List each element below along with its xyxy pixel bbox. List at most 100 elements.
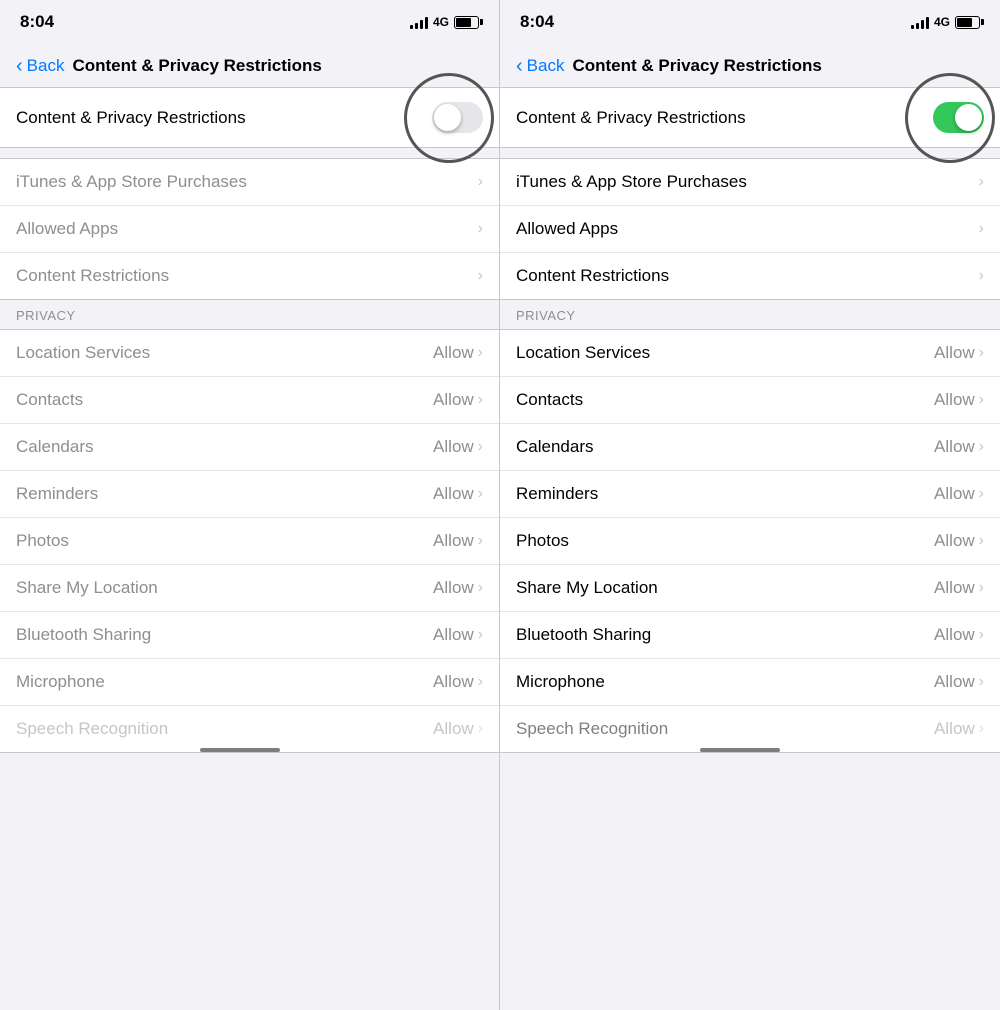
- left-back-button[interactable]: ‹ Back: [16, 56, 64, 76]
- left-privacy-group: Location Services Allow › Contacts Allow…: [0, 329, 499, 753]
- left-itunes-label: iTunes & App Store Purchases: [16, 172, 247, 192]
- right-contacts-chevron-icon: ›: [979, 391, 984, 409]
- right-phone-panel: 8:04 4G ‹ Back Content & Privacy Restric…: [500, 0, 1000, 1010]
- left-toggle-knob: [434, 104, 461, 131]
- left-location-allow: Allow: [433, 343, 474, 363]
- left-share-location-allow: Allow: [433, 578, 474, 598]
- right-allowed-apps-label: Allowed Apps: [516, 219, 618, 239]
- right-calendars-chevron-icon: ›: [979, 438, 984, 456]
- right-toggle-switch[interactable]: [933, 102, 984, 133]
- left-content-restrictions-right: ›: [478, 267, 483, 285]
- right-microphone-chevron-icon: ›: [979, 673, 984, 691]
- left-speech-chevron-icon: ›: [478, 720, 483, 738]
- left-phone-panel: 8:04 4G ‹ Back Content & Privacy Restric…: [0, 0, 500, 1010]
- right-row-itunes[interactable]: iTunes & App Store Purchases ›: [500, 159, 1000, 206]
- left-bluetooth-allow: Allow: [433, 625, 474, 645]
- left-reminders-allow: Allow: [433, 484, 474, 504]
- left-calendars-right: Allow ›: [433, 437, 483, 457]
- right-row-allowed-apps[interactable]: Allowed Apps ›: [500, 206, 1000, 253]
- left-row-itunes[interactable]: iTunes & App Store Purchases ›: [0, 159, 499, 206]
- left-row-bluetooth[interactable]: Bluetooth Sharing Allow ›: [0, 612, 499, 659]
- left-microphone-allow: Allow: [433, 672, 474, 692]
- right-row-contacts[interactable]: Contacts Allow ›: [500, 377, 1000, 424]
- right-status-bar: 8:04 4G: [500, 0, 1000, 44]
- left-microphone-label: Microphone: [16, 672, 105, 692]
- left-reminders-right: Allow ›: [433, 484, 483, 504]
- left-battery-icon: [454, 16, 479, 29]
- right-menu-group: iTunes & App Store Purchases › Allowed A…: [500, 158, 1000, 300]
- right-row-photos[interactable]: Photos Allow ›: [500, 518, 1000, 565]
- right-photos-right: Allow ›: [934, 531, 984, 551]
- right-bluetooth-right: Allow ›: [934, 625, 984, 645]
- right-share-location-right: Allow ›: [934, 578, 984, 598]
- right-itunes-chevron-icon: ›: [979, 173, 984, 191]
- left-itunes-chevron-icon: ›: [478, 173, 483, 191]
- left-row-reminders[interactable]: Reminders Allow ›: [0, 471, 499, 518]
- right-reminders-allow: Allow: [934, 484, 975, 504]
- right-reminders-right: Allow ›: [934, 484, 984, 504]
- left-microphone-right: Allow ›: [433, 672, 483, 692]
- right-location-chevron-icon: ›: [979, 344, 984, 362]
- left-row-allowed-apps[interactable]: Allowed Apps ›: [0, 206, 499, 253]
- right-speech-label: Speech Recognition: [516, 719, 668, 739]
- right-row-microphone[interactable]: Microphone Allow ›: [500, 659, 1000, 706]
- right-share-location-allow: Allow: [934, 578, 975, 598]
- right-contacts-right: Allow ›: [934, 390, 984, 410]
- right-toggle-label: Content & Privacy Restrictions: [516, 108, 746, 128]
- right-battery-icon: [955, 16, 980, 29]
- right-privacy-group: Location Services Allow › Contacts Allow…: [500, 329, 1000, 753]
- left-back-label: Back: [27, 56, 65, 76]
- right-back-button[interactable]: ‹ Back: [516, 56, 564, 76]
- right-toggle-knob: [955, 104, 982, 131]
- right-toggle-section: Content & Privacy Restrictions: [500, 88, 1000, 148]
- left-row-share-location[interactable]: Share My Location Allow ›: [0, 565, 499, 612]
- left-row-speech[interactable]: Speech Recognition Allow ›: [0, 706, 499, 752]
- left-row-content-restrictions[interactable]: Content Restrictions ›: [0, 253, 499, 299]
- right-row-calendars[interactable]: Calendars Allow ›: [500, 424, 1000, 471]
- right-share-location-chevron-icon: ›: [979, 579, 984, 597]
- left-row-microphone[interactable]: Microphone Allow ›: [0, 659, 499, 706]
- left-location-right: Allow ›: [433, 343, 483, 363]
- left-reminders-chevron-icon: ›: [478, 485, 483, 503]
- right-allowed-apps-right: ›: [979, 220, 984, 238]
- left-row-contacts[interactable]: Contacts Allow ›: [0, 377, 499, 424]
- left-back-chevron-icon: ‹: [16, 56, 23, 76]
- left-nav-bar: ‹ Back Content & Privacy Restrictions: [0, 44, 499, 88]
- right-status-icons: 4G: [911, 15, 980, 29]
- right-row-share-location[interactable]: Share My Location Allow ›: [500, 565, 1000, 612]
- right-microphone-allow: Allow: [934, 672, 975, 692]
- right-row-reminders[interactable]: Reminders Allow ›: [500, 471, 1000, 518]
- left-share-location-right: Allow ›: [433, 578, 483, 598]
- right-speech-right: Allow ›: [934, 719, 984, 739]
- left-bottom-bar: [200, 748, 280, 752]
- right-back-chevron-icon: ‹: [516, 56, 523, 76]
- right-microphone-label: Microphone: [516, 672, 605, 692]
- left-row-photos[interactable]: Photos Allow ›: [0, 518, 499, 565]
- left-contacts-chevron-icon: ›: [478, 391, 483, 409]
- left-toggle-switch[interactable]: [432, 102, 483, 133]
- right-bottom-bar: [700, 748, 780, 752]
- left-nav-title: Content & Privacy Restrictions: [72, 56, 321, 76]
- left-menu-group: iTunes & App Store Purchases › Allowed A…: [0, 158, 499, 300]
- right-allowed-apps-chevron-icon: ›: [979, 220, 984, 238]
- right-reminders-label: Reminders: [516, 484, 598, 504]
- left-speech-right: Allow ›: [433, 719, 483, 739]
- left-row-calendars[interactable]: Calendars Allow ›: [0, 424, 499, 471]
- left-share-location-label: Share My Location: [16, 578, 158, 598]
- right-photos-chevron-icon: ›: [979, 532, 984, 550]
- left-microphone-chevron-icon: ›: [478, 673, 483, 691]
- right-bluetooth-chevron-icon: ›: [979, 626, 984, 644]
- right-itunes-right: ›: [979, 173, 984, 191]
- right-row-speech[interactable]: Speech Recognition Allow ›: [500, 706, 1000, 752]
- right-content-restrictions-label: Content Restrictions: [516, 266, 669, 286]
- right-contacts-allow: Allow: [934, 390, 975, 410]
- left-photos-right: Allow ›: [433, 531, 483, 551]
- right-row-content-restrictions[interactable]: Content Restrictions ›: [500, 253, 1000, 299]
- left-privacy-header: PRIVACY: [0, 300, 499, 329]
- left-row-location[interactable]: Location Services Allow ›: [0, 330, 499, 377]
- left-network-label: 4G: [433, 15, 449, 29]
- right-row-bluetooth[interactable]: Bluetooth Sharing Allow ›: [500, 612, 1000, 659]
- right-row-location[interactable]: Location Services Allow ›: [500, 330, 1000, 377]
- left-toggle-label: Content & Privacy Restrictions: [16, 108, 246, 128]
- right-nav-title: Content & Privacy Restrictions: [572, 56, 821, 76]
